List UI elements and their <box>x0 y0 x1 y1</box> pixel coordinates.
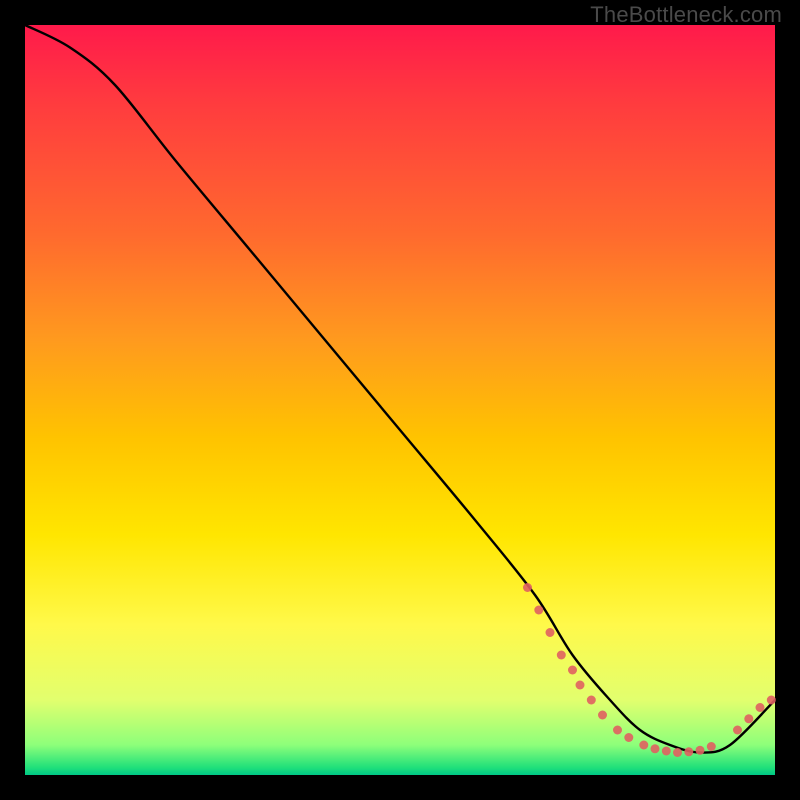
curve-overlay <box>25 25 775 775</box>
data-marker <box>568 666 577 675</box>
data-marker <box>756 703 765 712</box>
watermark-text: TheBottleneck.com <box>590 2 782 28</box>
data-marker <box>639 741 648 750</box>
plot-area <box>25 25 775 775</box>
data-marker <box>613 726 622 735</box>
data-marker <box>733 726 742 735</box>
data-marker <box>523 583 532 592</box>
data-marker <box>662 747 671 756</box>
data-marker <box>696 746 705 755</box>
data-marker <box>557 651 566 660</box>
data-marker <box>624 733 633 742</box>
data-marker <box>587 696 596 705</box>
data-marker <box>707 742 716 751</box>
data-marker <box>673 748 682 757</box>
data-marker <box>684 747 693 756</box>
bottleneck-curve <box>25 25 775 753</box>
data-marker <box>534 606 543 615</box>
data-marker <box>651 744 660 753</box>
data-marker <box>576 681 585 690</box>
data-markers <box>523 583 776 757</box>
data-marker <box>767 696 776 705</box>
chart-frame: TheBottleneck.com <box>0 0 800 800</box>
data-marker <box>598 711 607 720</box>
data-marker <box>744 714 753 723</box>
data-marker <box>546 628 555 637</box>
